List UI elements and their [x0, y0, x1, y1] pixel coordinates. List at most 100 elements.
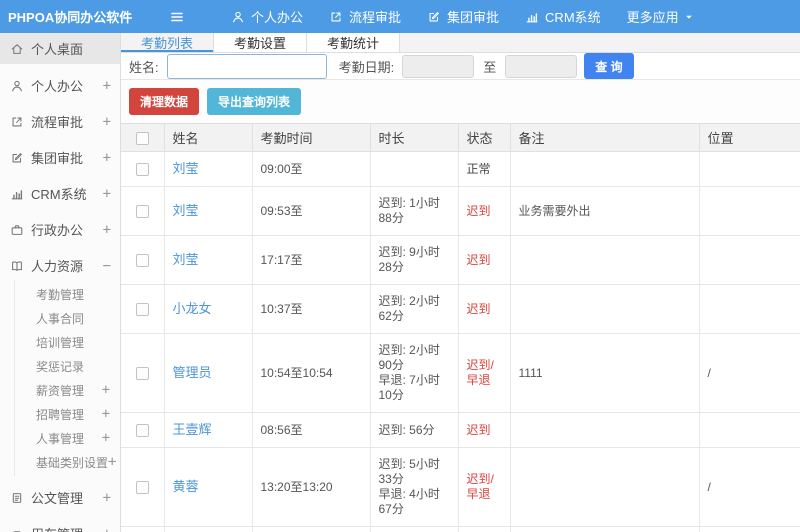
sidebar-item-label: 流程审批: [31, 115, 84, 130]
sidebar-subitem[interactable]: 招聘管理 +: [15, 402, 120, 426]
export-list-button[interactable]: 导出查询列表: [207, 88, 302, 115]
table-header: 姓名 考勤时间 时长 状态 备注 位置: [121, 123, 800, 152]
location-cell: [698, 412, 800, 448]
sidebar-subitem[interactable]: 培训管理: [15, 330, 120, 354]
employee-name-link[interactable]: 小龙女: [173, 301, 212, 316]
sidebar-subitem-label: 基础类别设置: [36, 455, 109, 470]
select-all-checkbox[interactable]: [135, 132, 149, 146]
expand-icon[interactable]: +: [103, 150, 111, 166]
table-row: 刘莹 17:17至 迟到: 9小时28分 迟到: [121, 235, 800, 285]
sidebar-item[interactable]: 行政办公 +: [0, 215, 120, 244]
expand-icon[interactable]: +: [103, 186, 111, 202]
nav-item-1[interactable]: 个人办公: [231, 7, 303, 26]
edit-icon: [10, 151, 24, 165]
tab-1[interactable]: 考勤列表: [121, 33, 215, 52]
row-checkbox[interactable]: [135, 253, 149, 267]
sidebar-subitem[interactable]: 薪资管理 +: [15, 378, 120, 402]
expand-icon[interactable]: +: [103, 526, 111, 532]
sidebar-subitem[interactable]: 人事合同: [15, 306, 120, 330]
clean-data-button[interactable]: 清理数据: [129, 88, 200, 115]
status-badge: 迟到: [466, 203, 491, 218]
sidebar-subitem[interactable]: 奖惩记录: [15, 354, 120, 378]
sidebar-subitem-label: 招聘管理: [36, 407, 85, 422]
nav-item-5[interactable]: 更多应用: [627, 7, 694, 26]
expand-icon[interactable]: +: [108, 454, 116, 470]
person-icon: [231, 10, 245, 24]
nav-item-3[interactable]: 集团审批: [427, 7, 499, 26]
menu-toggle-icon[interactable]: [169, 9, 185, 25]
expand-icon[interactable]: +: [103, 222, 111, 238]
note-cell: [509, 447, 700, 527]
location-cell: /: [698, 447, 800, 527]
employee-name-link[interactable]: 黄蓉: [173, 479, 199, 494]
location-cell: [698, 526, 800, 532]
sidebar-item[interactable]: CRM系统 +: [0, 179, 120, 208]
name-cell: 刘莹: [163, 151, 253, 187]
sidebar-item[interactable]: 人力资源 −: [0, 251, 120, 280]
employee-name-link[interactable]: 刘莹: [173, 203, 199, 218]
flow-icon: [329, 10, 343, 24]
sidebar-subitem[interactable]: 考勤管理: [15, 282, 120, 306]
duration-line: 迟到: 5小时33分: [378, 457, 440, 486]
row-checkbox[interactable]: [135, 480, 149, 494]
sidebar-item[interactable]: 集团审批 +: [0, 143, 120, 172]
sidebar-subitem[interactable]: 人事管理 +: [15, 426, 120, 450]
table-row: 管理员 10:54至10:54 迟到: 2小时90分 早退: 7小时10分 迟到/早退 1…: [121, 333, 800, 413]
employee-name-link[interactable]: 管理员: [173, 365, 212, 380]
app-window: PHPOA协同办公软件 个人办公 流程审批 集团审批 CRM系统 更多应用 个人桌面 个人…: [0, 0, 800, 532]
header-checkbox-cell: [121, 123, 165, 152]
expand-icon[interactable]: +: [102, 382, 110, 398]
sidebar-item-label: 集团审批: [31, 151, 84, 166]
expand-icon[interactable]: +: [103, 78, 111, 94]
duration-cell: 迟到: 5小时33分 早退: 4小时67分: [369, 447, 459, 527]
expand-icon[interactable]: +: [103, 114, 111, 130]
tab-3[interactable]: 考勤统计: [307, 33, 401, 52]
main-content: 考勤列表 考勤设置 考勤统计 姓名: 考勤日期: 至 查 询 清理数据 导出查询列表: [121, 33, 800, 532]
note-cell: 1111: [509, 333, 700, 413]
sidebar-item[interactable]: 流程审批 +: [0, 107, 120, 136]
nav-item-label: 个人办公: [251, 10, 304, 25]
location-cell: [698, 235, 800, 285]
name-input[interactable]: [166, 53, 327, 79]
top-nav: 个人办公 流程审批 集团审批 CRM系统 更多应用: [205, 7, 694, 26]
tab-2[interactable]: 考勤设置: [214, 33, 308, 52]
collapse-icon[interactable]: −: [103, 258, 111, 274]
name-cell: 管理员: [163, 333, 253, 413]
note-cell: [509, 151, 700, 187]
doc-icon: [10, 491, 24, 505]
employee-name-link[interactable]: 刘莹: [173, 161, 199, 176]
employee-name-link[interactable]: 刘莹: [173, 252, 199, 267]
date-label: 考勤日期:: [338, 59, 395, 75]
location-cell: [698, 284, 800, 334]
time-cell: 10:37至: [251, 284, 371, 334]
sidebar-subitem[interactable]: 基础类别设置 +: [15, 450, 120, 474]
search-button[interactable]: 查 询: [584, 53, 634, 79]
sidebar-item[interactable]: 个人办公 +: [0, 71, 120, 100]
nav-item-label: 集团审批: [447, 10, 500, 25]
date-to-input[interactable]: [505, 54, 578, 78]
sidebar-item[interactable]: 公文管理 +: [0, 483, 120, 512]
nav-item-2[interactable]: 流程审批: [329, 7, 401, 26]
sidebar-subitem-label: 人事合同: [36, 311, 85, 326]
row-checkbox[interactable]: [135, 302, 149, 316]
expand-icon[interactable]: +: [103, 490, 111, 506]
table-row: 小龙女 10:37至 迟到: 2小时62分 迟到: [121, 284, 800, 334]
time-cell: 17:17至: [251, 235, 371, 285]
date-from-input[interactable]: [402, 54, 475, 78]
note-cell: [509, 284, 700, 334]
expand-icon[interactable]: +: [102, 430, 110, 446]
row-checkbox[interactable]: [135, 162, 149, 176]
sidebar-item-label: 个人办公: [31, 79, 84, 94]
sidebar-item[interactable]: 个人桌面: [0, 33, 120, 64]
sidebar-item[interactable]: 用车管理+: [0, 519, 120, 532]
row-checkbox[interactable]: [135, 366, 149, 380]
nav-item-4[interactable]: CRM系统: [525, 7, 601, 26]
app-logo: PHPOA协同办公软件: [8, 10, 133, 25]
row-checkbox[interactable]: [135, 423, 149, 437]
status-cell: 迟到/早退: [457, 333, 511, 413]
row-checkbox[interactable]: [135, 204, 149, 218]
status-cell: 正常: [457, 151, 511, 187]
column-header: 考勤时间: [251, 123, 371, 152]
expand-icon[interactable]: +: [102, 406, 110, 422]
employee-name-link[interactable]: 王壹辉: [173, 422, 212, 437]
